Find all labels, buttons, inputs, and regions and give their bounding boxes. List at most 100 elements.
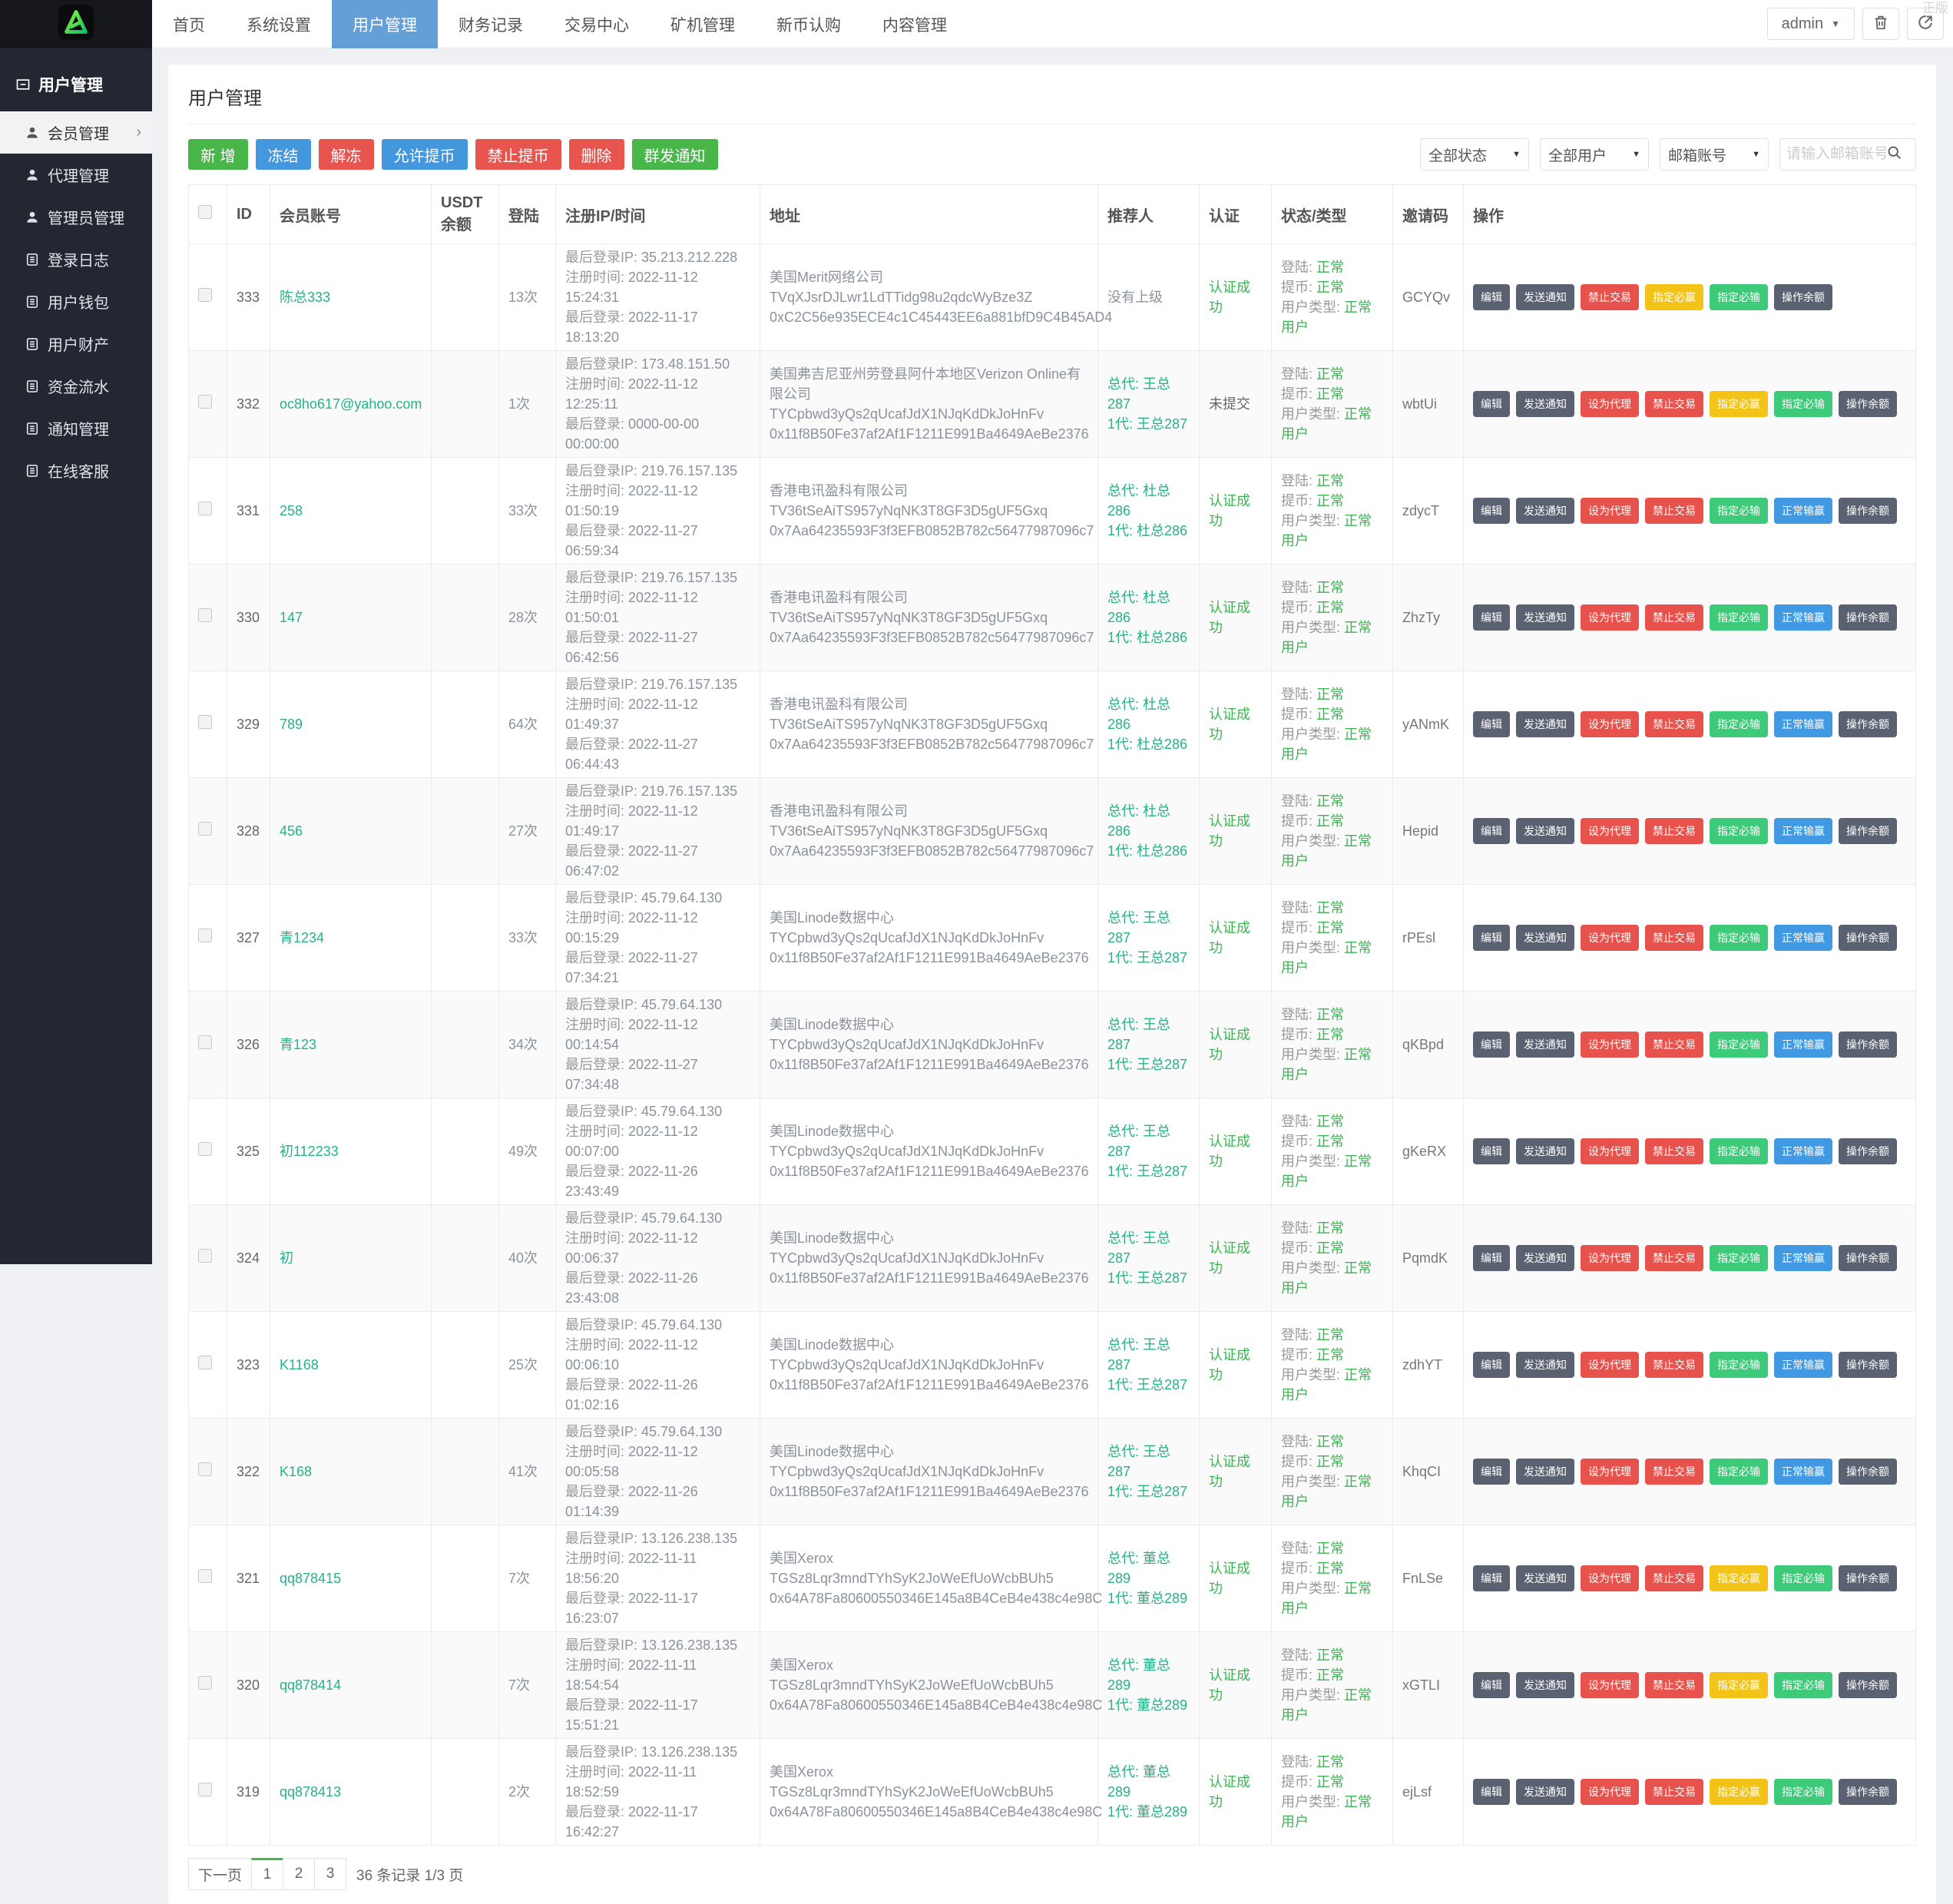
action-normal-wl-button[interactable]: 正常输赢 [1774,1245,1832,1271]
action-normal-wl-button[interactable]: 正常输赢 [1774,818,1832,844]
action-balance-button[interactable]: 操作余额 [1839,1779,1897,1805]
row-checkbox[interactable] [198,288,212,302]
action-notify-button[interactable]: 发送通知 [1516,1565,1574,1591]
account-link[interactable]: qq878413 [280,1784,341,1800]
action-set-agent-button[interactable]: 设为代理 [1581,498,1639,524]
toolbar-button[interactable]: 冻结 [256,139,311,170]
account-link[interactable]: 258 [280,503,303,518]
action-must-lose-button[interactable]: 指定必输 [1774,1779,1832,1805]
account-link[interactable]: 147 [280,610,303,625]
action-notify-button[interactable]: 发送通知 [1516,391,1574,417]
sidebar-item-通知管理[interactable]: 通知管理 [0,407,152,449]
account-link[interactable]: 初 [280,1250,293,1266]
page-button-2[interactable]: 2 [283,1858,315,1890]
sidebar-item-登录日志[interactable]: 登录日志 [0,238,152,280]
action-balance-button[interactable]: 操作余额 [1839,604,1897,631]
sidebar-item-管理员管理[interactable]: 管理员管理 [0,196,152,238]
action-must-win-button[interactable]: 指定必赢 [1710,1779,1768,1805]
account-link[interactable]: qq878414 [280,1677,341,1693]
row-checkbox[interactable] [198,1142,212,1156]
action-ban-trade-button[interactable]: 禁止交易 [1645,818,1703,844]
action-edit-button[interactable]: 编辑 [1473,1565,1510,1591]
action-normal-wl-button[interactable]: 正常输赢 [1774,1031,1832,1058]
action-must-lose-button[interactable]: 指定必输 [1710,1138,1768,1164]
action-set-agent-button[interactable]: 设为代理 [1581,604,1639,631]
toolbar-button[interactable]: 禁止提币 [475,139,561,170]
action-ban-trade-button[interactable]: 禁止交易 [1645,604,1703,631]
row-checkbox[interactable] [198,502,212,515]
action-ban-trade-button[interactable]: 禁止交易 [1645,1459,1703,1485]
action-must-lose-button[interactable]: 指定必输 [1710,284,1768,310]
sidebar-item-代理管理[interactable]: 代理管理 [0,154,152,196]
trash-button[interactable] [1862,8,1899,40]
action-ban-trade-button[interactable]: 禁止交易 [1645,1352,1703,1378]
toolbar-button[interactable]: 群发通知 [632,139,718,170]
action-ban-trade-button[interactable]: 禁止交易 [1645,925,1703,951]
action-set-agent-button[interactable]: 设为代理 [1581,1245,1639,1271]
sidebar-item-用户钱包[interactable]: 用户钱包 [0,280,152,323]
action-balance-button[interactable]: 操作余额 [1839,1459,1897,1485]
action-notify-button[interactable]: 发送通知 [1516,1138,1574,1164]
action-balance-button[interactable]: 操作余额 [1839,391,1897,417]
action-must-lose-button[interactable]: 指定必输 [1774,1672,1832,1698]
next-page-button[interactable]: 下一页 [188,1858,252,1890]
action-normal-wl-button[interactable]: 正常输赢 [1774,711,1832,737]
account-link[interactable]: 初112233 [280,1144,339,1159]
filter-select[interactable]: 全部用户▼ [1540,138,1649,171]
search-icon[interactable] [1886,144,1902,164]
action-set-agent-button[interactable]: 设为代理 [1581,1031,1639,1058]
row-checkbox[interactable] [198,715,212,729]
action-ban-trade-button[interactable]: 禁止交易 [1645,711,1703,737]
action-balance-button[interactable]: 操作余额 [1839,1138,1897,1164]
nav-tab[interactable]: 财务记录 [438,0,544,48]
action-edit-button[interactable]: 编辑 [1473,1672,1510,1698]
row-checkbox[interactable] [198,395,212,409]
account-link[interactable]: K1168 [280,1357,319,1373]
action-balance-button[interactable]: 操作余额 [1839,925,1897,951]
action-set-agent-button[interactable]: 设为代理 [1581,1672,1639,1698]
toolbar-button[interactable]: 解冻 [319,139,374,170]
action-balance-button[interactable]: 操作余额 [1839,1245,1897,1271]
action-must-lose-button[interactable]: 指定必输 [1710,1459,1768,1485]
action-ban-trade-button[interactable]: 禁止交易 [1645,1779,1703,1805]
action-must-lose-button[interactable]: 指定必输 [1710,925,1768,951]
action-must-lose-button[interactable]: 指定必输 [1710,1245,1768,1271]
action-must-win-button[interactable]: 指定必赢 [1710,1672,1768,1698]
action-balance-button[interactable]: 操作余额 [1839,711,1897,737]
action-balance-button[interactable]: 操作余额 [1774,284,1832,310]
action-set-agent-button[interactable]: 设为代理 [1581,1138,1639,1164]
sidebar-item-会员管理[interactable]: 会员管理› [0,111,152,154]
action-normal-wl-button[interactable]: 正常输赢 [1774,925,1832,951]
action-edit-button[interactable]: 编辑 [1473,1138,1510,1164]
row-checkbox[interactable] [198,1035,212,1049]
action-balance-button[interactable]: 操作余额 [1839,818,1897,844]
action-must-lose-button[interactable]: 指定必输 [1710,604,1768,631]
action-notify-button[interactable]: 发送通知 [1516,1672,1574,1698]
action-balance-button[interactable]: 操作余额 [1839,498,1897,524]
action-must-lose-button[interactable]: 指定必输 [1710,711,1768,737]
action-notify-button[interactable]: 发送通知 [1516,284,1574,310]
action-set-agent-button[interactable]: 设为代理 [1581,711,1639,737]
action-ban-trade-button[interactable]: 禁止交易 [1645,498,1703,524]
action-must-lose-button[interactable]: 指定必输 [1774,1565,1832,1591]
account-link[interactable]: qq878415 [280,1571,341,1586]
filter-select[interactable]: 全部状态▼ [1420,138,1529,171]
nav-tab[interactable]: 用户管理 [332,0,438,48]
search-input[interactable] [1786,146,1886,163]
row-checkbox[interactable] [198,1783,212,1796]
action-ban-trade-button[interactable]: 禁止交易 [1645,1672,1703,1698]
action-must-win-button[interactable]: 指定必赢 [1645,284,1703,310]
action-edit-button[interactable]: 编辑 [1473,604,1510,631]
action-notify-button[interactable]: 发送通知 [1516,1352,1574,1378]
toolbar-button[interactable]: 新 增 [188,139,248,170]
action-notify-button[interactable]: 发送通知 [1516,1779,1574,1805]
account-link[interactable]: 青123 [280,1037,316,1052]
action-notify-button[interactable]: 发送通知 [1516,925,1574,951]
action-set-agent-button[interactable]: 设为代理 [1581,1779,1639,1805]
action-edit-button[interactable]: 编辑 [1473,391,1510,417]
action-ban-trade-button[interactable]: 禁止交易 [1645,1138,1703,1164]
action-edit-button[interactable]: 编辑 [1473,818,1510,844]
nav-tab[interactable]: 首页 [152,0,226,48]
action-set-agent-button[interactable]: 设为代理 [1581,1459,1639,1485]
action-edit-button[interactable]: 编辑 [1473,925,1510,951]
